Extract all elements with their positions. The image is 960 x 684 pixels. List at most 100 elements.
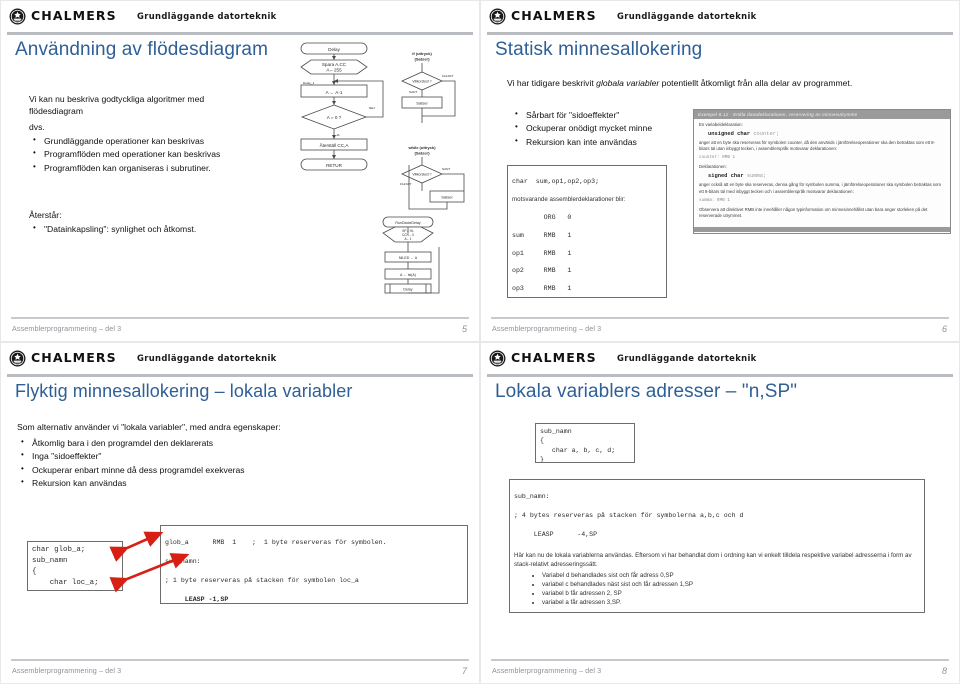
code-line: sub_namn: <box>514 493 550 501</box>
example-text: Deklarationen: <box>699 164 727 170</box>
code-line: LEASP -4,SP <box>514 530 598 538</box>
svg-text:Villkorstest ?: Villkorstest ? <box>412 173 431 177</box>
arrow-glob-a <box>109 531 164 562</box>
department-label: Grundläggande datorteknik <box>137 11 277 21</box>
code-note: motsvarande assemblerdeklarationer blir: <box>512 195 626 203</box>
svg-text:while (uttryck): while (uttryck) <box>407 145 436 150</box>
slide-6-bullets: Sårbart för "sidoeffekter" Ockuperar onö… <box>513 108 713 149</box>
code-line: sub_namn: <box>165 558 201 566</box>
slide-6-intro: Vi har tidigare beskrivit globala variab… <box>507 78 853 88</box>
decl-keyword: unsigned char <box>708 131 751 138</box>
svg-text:Delay: Delay <box>328 47 340 52</box>
slide-6-example-panel: Exempel 8.12 - Enkla datadeklarationer, … <box>693 109 951 234</box>
slide-7: CHALMERS Grundläggande datorteknik Flykt… <box>0 342 480 684</box>
list-item: "Datainkapsling": synlighet och åtkomst. <box>31 222 261 236</box>
example-header: Exempel 8.12 - Enkla datadeklarationer, … <box>694 110 950 119</box>
list-item: variabel b får adressen 2, SP <box>542 590 920 599</box>
asm-prose: Här kan nu de lokala variablerna använda… <box>514 551 912 568</box>
slide-6-code-block: char sum,op1,op2,op3; motsvarande assemb… <box>507 165 667 298</box>
slide-8-asm-block: sub_namn: ; 4 bytes reserveras på stacke… <box>509 479 925 613</box>
svg-text:A←255: A←255 <box>326 67 342 72</box>
chalmers-logo: CHALMERS <box>489 8 607 25</box>
asm-lines-bottom: ; stacken måste återställas inför återgå… <box>514 611 920 612</box>
slide-7-bullets: Åtkomlig bara i den programdel den dekla… <box>19 436 439 491</box>
slide-5-header: CHALMERS Grundläggande datorteknik <box>1 1 479 31</box>
department-label: Grundläggande datorteknik <box>617 353 757 363</box>
svg-text:Delay: Delay <box>403 288 412 292</box>
slide-7-header: CHALMERS Grundläggande datorteknik <box>1 343 479 373</box>
list-item: Rekursion kan inte användas <box>513 135 713 149</box>
list-item: variabel a får adressen 3,SP. <box>542 599 920 608</box>
chalmers-seal-icon <box>9 350 26 366</box>
slide-number: 7 <box>461 666 467 676</box>
list-item: Programflöden kan organiseras i subrutin… <box>31 161 261 175</box>
slide-number: 5 <box>461 324 467 334</box>
list-item: Ockuperar enbart minne då dess programde… <box>19 463 439 477</box>
code-line: char sum,op1,op2,op3; <box>512 177 600 185</box>
code-line: op1 RMB 1 <box>512 249 572 257</box>
svg-text:Spara A,CC: Spara A,CC <box>322 62 347 67</box>
svg-text:RunDiodeDelay: RunDiodeDelay <box>395 221 420 225</box>
list-item: Grundläggande operationer kan beskrivas <box>31 134 261 148</box>
example-text: Observera att direktivet RMB inte innehå… <box>699 206 928 218</box>
example-footer-bar <box>694 226 950 232</box>
slide-number: 8 <box>941 666 947 676</box>
svg-text:Delay_1: Delay_1 <box>303 81 315 85</box>
svg-text:FALSKT: FALSKT <box>400 182 412 186</box>
code-line: op3 RMB 1 <box>512 285 572 293</box>
code-line: ; 4 bytes reserveras på stacken för symb… <box>514 512 744 520</box>
footer-course: Assemblerprogrammering – del 3 <box>492 324 602 333</box>
code-line: op2 RMB 1 <box>512 267 572 275</box>
slide-8-header: CHALMERS Grundläggande datorteknik <box>481 343 959 373</box>
svg-text:A ← A-1: A ← A-1 <box>326 90 343 95</box>
svg-text:NILED ← A: NILED ← A <box>399 256 418 260</box>
slide-7-title: Flyktig minnesallokering – lokala variab… <box>15 381 353 401</box>
example-declaration: signed char summa; <box>708 173 945 179</box>
decl-variable: counter; <box>753 131 780 138</box>
slide-7-c-code-block: char glob_a; sub_namn { char loc_a; } <box>27 541 123 591</box>
chalmers-seal-icon <box>9 8 26 24</box>
example-body: En variabeldeklaration: unsigned char co… <box>694 119 950 225</box>
list-item: Variabel d behandlades sist och får adre… <box>542 572 920 581</box>
flowchart-diagram: Delay Spara A,CC A←255 A ← A-1 A = 0 ? Å… <box>300 42 465 294</box>
svg-text:{Satser}: {Satser} <box>414 151 430 156</box>
handout-sheet: CHALMERS Grundläggande datorteknik Använ… <box>0 0 960 684</box>
svg-text:{Satser}: {Satser} <box>414 57 430 62</box>
footer-rule <box>11 659 469 661</box>
slide-5-intro: Vi kan nu beskriva godtyckliga algoritme… <box>29 94 205 117</box>
example-text: anger att en byte ska reserveras för sym… <box>699 140 935 152</box>
chalmers-seal-icon <box>489 8 506 24</box>
footer-course: Assemblerprogrammering – del 3 <box>12 324 122 333</box>
slide-5-bullets: Grundläggande operationer kan beskrivas … <box>31 134 261 175</box>
chalmers-wordmark: CHALMERS <box>511 7 597 23</box>
chalmers-logo: CHALMERS <box>9 8 127 25</box>
svg-text:SANT: SANT <box>442 167 450 171</box>
slide-6-header: CHALMERS Grundläggande datorteknik <box>481 1 959 31</box>
chalmers-wordmark: CHALMERS <box>31 349 117 365</box>
code-line: LEASP -1,SP <box>165 595 229 603</box>
chalmers-wordmark: CHALMERS <box>31 7 117 23</box>
svg-text:NEJ: NEJ <box>369 106 375 110</box>
example-code: counter: RMB 1 <box>699 155 736 161</box>
department-label: Grundläggande datorteknik <box>137 353 277 363</box>
code-line: ORG 0 <box>512 213 572 221</box>
example-text: En variabeldeklaration: <box>699 122 743 127</box>
svg-text:A = 0 ?: A = 0 ? <box>327 115 342 120</box>
slide-8-address-bullets: Variabel d behandlades sist och får adre… <box>514 572 920 607</box>
slide-5-remaining-bullets: "Datainkapsling": synlighet och åtkomst. <box>31 222 261 236</box>
chalmers-logo: CHALMERS <box>9 350 127 367</box>
svg-text:Satser: Satser <box>441 195 453 200</box>
svg-text:Villkorstest ?: Villkorstest ? <box>412 80 431 84</box>
svg-text:Återställ CC,A: Återställ CC,A <box>320 142 350 148</box>
slide-6-title: Statisk minnesallokering <box>495 39 703 60</box>
header-rule <box>7 32 473 35</box>
list-item: Programflöden med operationer kan beskri… <box>31 147 261 161</box>
slide-6: CHALMERS Grundläggande datorteknik Stati… <box>480 0 960 342</box>
svg-text:Satser: Satser <box>416 101 428 106</box>
list-item: variabel c behandlades näst sist och får… <box>542 581 920 590</box>
slide-7-asm-code-block: glob_a RMB 1 ; 1 byte reserveras för sym… <box>160 525 468 604</box>
code-line: ; 1 byte reserveras på stacken för symbo… <box>165 576 359 584</box>
svg-text:if (uttryck): if (uttryck) <box>412 51 432 56</box>
decl-variable: summa; <box>746 173 767 180</box>
decl-keyword: signed char <box>708 173 744 180</box>
